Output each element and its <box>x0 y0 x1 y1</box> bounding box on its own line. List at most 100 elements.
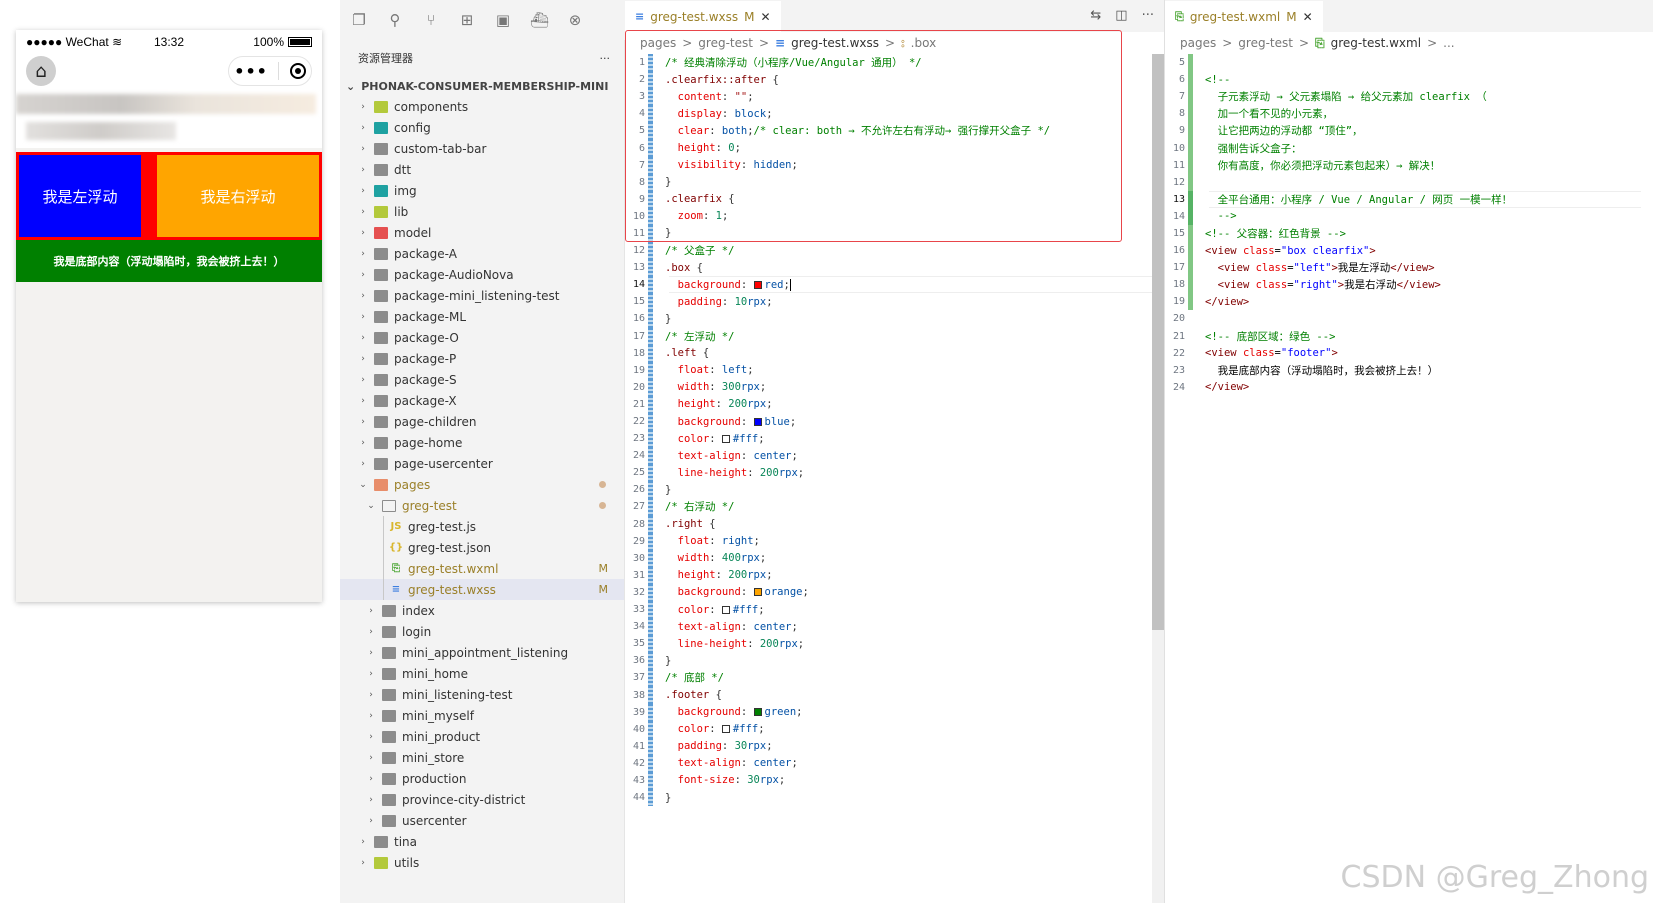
code-line[interactable]: 39 background: green; <box>625 703 1164 721</box>
code-line[interactable]: 41 padding: 30 rpx; <box>625 737 1164 755</box>
tree-item[interactable]: › utils <box>340 852 624 873</box>
code-line[interactable]: 7 visibility: hidden; <box>625 156 1164 174</box>
color-swatch[interactable] <box>753 417 762 426</box>
breadcrumb-item[interactable]: .box <box>911 36 937 50</box>
code-line[interactable]: 24 </view> <box>1165 379 1653 396</box>
code-line[interactable]: 28 .right { <box>625 515 1164 533</box>
tree-item[interactable]: › page-usercenter <box>340 453 624 474</box>
tab-greg-test-wxml[interactable]: ⎘ greg-test.wxml M ✕ <box>1165 0 1323 32</box>
files-icon[interactable]: ❐ <box>350 11 368 29</box>
code-line[interactable]: 19 </view> <box>1165 293 1653 311</box>
code-line[interactable]: 15 padding: 10 rpx; <box>625 293 1164 311</box>
source-control-icon[interactable]: ⑂ <box>422 11 440 29</box>
code-line[interactable]: 23 我是底部内容（浮动塌陷时，我会被挤上去！） <box>1165 362 1653 379</box>
tree-item[interactable]: ⌄ pages <box>340 474 624 495</box>
tree-item[interactable]: › mini_listening-test <box>340 684 624 705</box>
tree-item[interactable]: › custom-tab-bar <box>340 138 624 159</box>
code-area[interactable]: 1 /* 经典清除浮动（小程序/Vue/Angular 通用） */ 2 .clear… <box>625 54 1164 807</box>
code-line[interactable]: 13 .box { <box>625 259 1164 277</box>
more-actions-icon[interactable]: ··· <box>1142 8 1154 23</box>
breadcrumb-item[interactable]: greg-test <box>698 36 753 50</box>
tree-item[interactable]: › province-city-district <box>340 789 624 810</box>
code-line[interactable]: 29 float: right; <box>625 532 1164 550</box>
workspace-root[interactable]: ⌄ PHONAK-CONSUMER-MEMBERSHIP-MINI <box>340 76 624 96</box>
tree-item[interactable]: › page-children <box>340 411 624 432</box>
breadcrumb-item[interactable]: ... <box>1443 36 1454 50</box>
tree-item[interactable]: › page-home <box>340 432 624 453</box>
code-line[interactable]: 1 /* 经典清除浮动（小程序/Vue/Angular 通用） */ <box>625 54 1164 72</box>
color-swatch[interactable] <box>721 725 730 734</box>
code-line[interactable]: 42 text-align: center; <box>625 754 1164 772</box>
code-line[interactable]: 5 clear: both;/* clear: both → 不允许左右有浮动→… <box>625 122 1164 140</box>
code-line[interactable]: 24 text-align: center; <box>625 447 1164 465</box>
code-line[interactable]: 20 <box>1165 310 1653 327</box>
code-line[interactable]: 18 <view class = "right" > 我是右浮动 </view> <box>1165 276 1653 294</box>
more-icon[interactable]: ••• <box>234 62 268 81</box>
breadcrumb-item[interactable]: pages <box>1180 36 1216 50</box>
vertical-scrollbar[interactable] <box>1152 54 1164 903</box>
scrollbar-thumb[interactable] <box>1152 54 1164 630</box>
tree-item[interactable]: › package-O <box>340 327 624 348</box>
tree-item[interactable]: ≡ greg-test.wxss M <box>340 579 624 600</box>
code-line[interactable]: 10 zoom: 1; <box>625 207 1164 225</box>
more-actions-icon[interactable]: ··· <box>600 52 611 65</box>
breadcrumb-item[interactable]: greg-test.wxml <box>1331 36 1421 50</box>
code-line[interactable]: 33 color: #fff; <box>625 601 1164 619</box>
color-swatch[interactable] <box>753 588 762 597</box>
code-line[interactable]: 30 width: 400 rpx; <box>625 549 1164 567</box>
code-line[interactable]: 4 display: block; <box>625 105 1164 123</box>
color-swatch[interactable] <box>721 605 730 614</box>
tree-item[interactable]: › lib <box>340 201 624 222</box>
code-line[interactable]: 14 background: red; <box>625 276 1164 294</box>
code-line[interactable]: 12 /* 父盒子 */ <box>625 242 1164 260</box>
split-editor-icon[interactable]: ◫ <box>1115 8 1127 23</box>
tree-item[interactable]: › package-mini_listening-test <box>340 285 624 306</box>
tree-item[interactable]: ⌄ greg-test <box>340 495 624 516</box>
code-line[interactable]: 9 .clearfix { <box>625 190 1164 208</box>
code-line[interactable]: 11} <box>625 224 1164 243</box>
code-line[interactable]: 3 content: ""; <box>625 88 1164 106</box>
docker-icon[interactable]: ⛴ <box>530 11 549 29</box>
code-line[interactable]: 10 强制告诉父盒子： <box>1165 139 1653 157</box>
code-line[interactable]: 36} <box>625 652 1164 670</box>
code-line[interactable]: 6 height: 0; <box>625 139 1164 157</box>
code-line[interactable]: 13 全平台通用：小程序 / Vue / Angular / 网页 一模一样！ <box>1165 190 1653 208</box>
tree-item[interactable]: › mini_appointment_listening <box>340 642 624 663</box>
code-line[interactable]: 26} <box>625 481 1164 499</box>
code-line[interactable]: 25 line-height: 200 rpx; <box>625 464 1164 482</box>
code-line[interactable]: 16} <box>625 310 1164 328</box>
code-line[interactable]: 5 <box>1165 54 1653 72</box>
code-line[interactable]: 32 background: orange; <box>625 583 1164 601</box>
tree-item[interactable]: › package-ML <box>340 306 624 327</box>
code-line[interactable]: 18 .left { <box>625 344 1164 362</box>
color-swatch[interactable] <box>753 708 762 717</box>
compare-changes-icon[interactable]: ⇆ <box>1090 8 1101 23</box>
tree-item[interactable]: › tina <box>340 831 624 852</box>
code-line[interactable]: 23 color: #fff; <box>625 430 1164 448</box>
tree-item[interactable]: {} greg-test.json <box>340 537 624 558</box>
tree-item[interactable]: › mini_home <box>340 663 624 684</box>
color-swatch[interactable] <box>721 434 730 443</box>
tree-item[interactable]: › mini_product <box>340 726 624 747</box>
tree-item[interactable]: › usercenter <box>340 810 624 831</box>
code-line[interactable]: 17 <view class = "left" > 我是左浮动 </view> <box>1165 259 1653 277</box>
code-line[interactable]: 17 /* 左浮动 */ <box>625 327 1164 345</box>
tree-item[interactable]: › components <box>340 96 624 117</box>
code-line[interactable]: 15 <!-- 父容器：红色背景 --> <box>1165 224 1653 243</box>
tree-item[interactable]: › package-S <box>340 369 624 390</box>
breadcrumb-item[interactable]: greg-test <box>1238 36 1293 50</box>
code-line[interactable]: 6 <!-- <box>1165 71 1653 89</box>
code-line[interactable]: 40 color: #fff; <box>625 720 1164 738</box>
code-line[interactable]: 8 加一个看不见的小元素， <box>1165 105 1653 123</box>
extensions-icon[interactable]: ⊞ <box>458 11 476 29</box>
close-miniprogram-icon[interactable] <box>289 63 306 79</box>
tab-greg-test-wxss[interactable]: ≡ greg-test.wxss M ✕ <box>625 0 781 32</box>
tree-item[interactable]: › package-AudioNova <box>340 264 624 285</box>
code-line[interactable]: 22 background: blue; <box>625 412 1164 431</box>
tree-item[interactable]: › package-A <box>340 243 624 264</box>
code-area[interactable]: 5 6 <!-- 7 子元素浮动 → 父元素塌陷 → 给父元素加 clearfix （… <box>1165 54 1653 396</box>
tree-item[interactable]: › login <box>340 621 624 642</box>
code-line[interactable]: 43 font-size: 30 rpx; <box>625 771 1164 790</box>
code-line[interactable]: 21 height: 200 rpx; <box>625 395 1164 413</box>
code-line[interactable]: 16 <view class = "box clearfix" > <box>1165 242 1653 260</box>
